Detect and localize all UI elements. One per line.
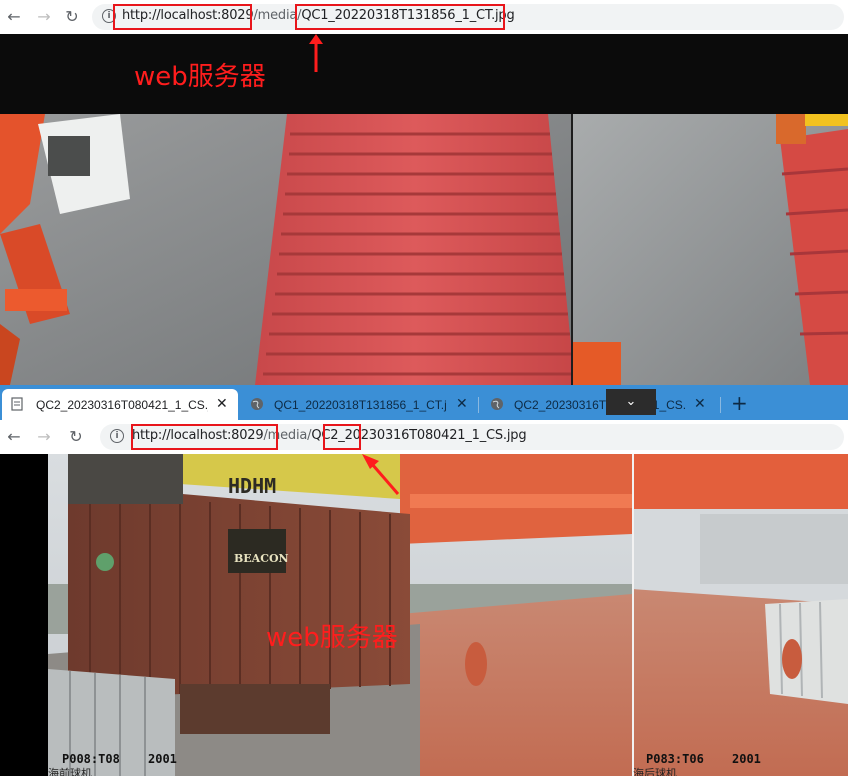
annotation-arrow-bottom [362, 454, 400, 495]
top-browser-toolbar: ← → ↻ i http://localhost:8029/media/QC1_… [0, 0, 848, 34]
tab-separator [478, 397, 479, 413]
annotation-label-bottom: web服务器 [266, 623, 398, 653]
back-arrow-icon[interactable]: ← [4, 427, 24, 447]
close-tab-icon[interactable]: ✕ [216, 396, 228, 412]
close-tab-icon[interactable]: ✕ [456, 396, 468, 412]
forward-arrow-icon[interactable]: → [34, 7, 54, 27]
document-icon [11, 397, 23, 411]
tab-search-dropdown-icon[interactable]: ⌄ [606, 389, 656, 415]
bottom-camera-image: HDHM BEACON P008:T08 2001 海前球机 P083:T06 … [0, 454, 848, 776]
tab-strip: QC2_20230316T080421_1_CS.j ✕ QC1_2022031… [0, 385, 848, 420]
info-icon[interactable]: i [110, 429, 124, 443]
highlight-box-host-bottom [131, 424, 278, 450]
tab-qc2-cs[interactable]: QC2_20230316T080421_1_CS.j ✕ [2, 389, 238, 420]
highlight-box-file-top [295, 4, 505, 30]
tab-label: QC2_20230316T080421_1_CS.j [36, 398, 208, 412]
forward-arrow-icon[interactable]: → [34, 427, 54, 447]
url-file-rest: _20230316T080421_1_CS.jpg [338, 428, 527, 443]
reload-icon[interactable]: ↻ [62, 7, 82, 27]
highlight-box-file-bottom [323, 424, 361, 450]
reload-icon[interactable]: ↻ [66, 427, 86, 447]
new-tab-button[interactable]: + [731, 391, 748, 415]
annotation-arrow-top [309, 34, 323, 72]
highlight-box-host-top [113, 4, 252, 30]
globe-icon [491, 398, 503, 410]
page-background-band: web服务器 [0, 34, 848, 114]
tab-qc2-cs-2[interactable]: QC2_20230316T080421_1_CS. ✕ [482, 389, 718, 420]
close-tab-icon[interactable]: ✕ [694, 396, 706, 412]
tab-qc1-ct[interactable]: QC1_20220318T131856_1_CT.j ✕ [242, 389, 478, 420]
tab-label: QC1_20220318T131856_1_CT.j [274, 398, 447, 412]
bottom-browser-toolbar: ← → ↻ i http://localhost:8029/media/QC2_… [0, 420, 848, 454]
globe-icon [251, 398, 263, 410]
tab-separator [720, 397, 721, 413]
top-camera-image [0, 114, 848, 385]
tab-label: QC2_20230316T080421_1_CS. [514, 398, 687, 412]
back-arrow-icon[interactable]: ← [4, 7, 24, 27]
annotation-label-top: web服务器 [134, 62, 266, 92]
